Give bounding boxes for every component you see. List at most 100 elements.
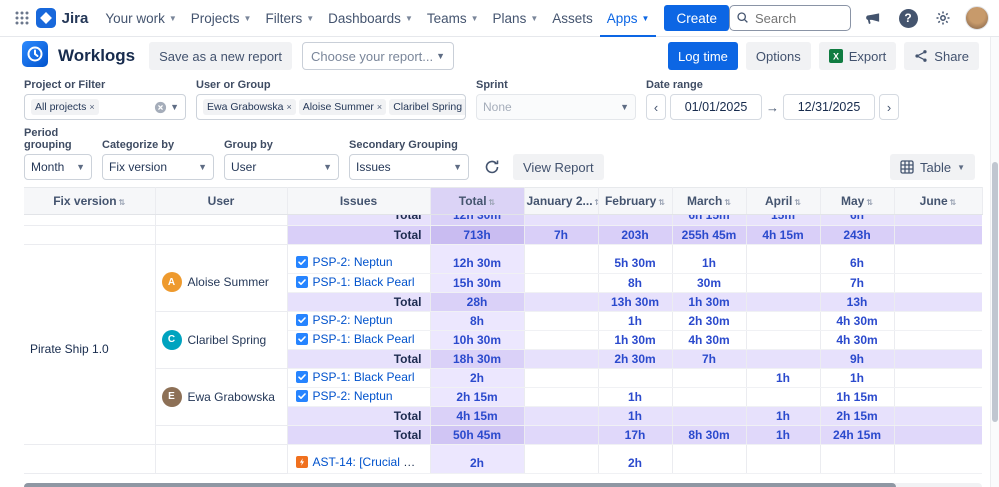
nav-item-apps[interactable]: Apps ▼ <box>600 0 657 37</box>
month-value-cell: 1h <box>746 406 821 426</box>
month-value-cell <box>894 406 982 426</box>
chevron-down-icon: ▼ <box>76 162 85 172</box>
clear-icon[interactable] <box>154 101 167 114</box>
nav-item-teams[interactable]: Teams ▼ <box>420 0 486 37</box>
column-header-issues: Issues <box>287 187 431 215</box>
column-header-april[interactable]: April ⇅ <box>746 187 821 215</box>
secondary-grouping-select[interactable]: Issues ▼ <box>349 154 469 180</box>
categorize-by-select[interactable]: Fix version ▼ <box>102 154 214 180</box>
month-value-cell <box>524 349 599 369</box>
issue-link[interactable]: PSP-2: Neptun <box>313 313 393 327</box>
options-button[interactable]: Options <box>745 42 811 70</box>
date-next-button[interactable]: › <box>879 94 899 120</box>
issue-link[interactable]: AST-14: [Crucial Compon... <box>313 455 430 469</box>
issue-link[interactable]: PSP-2: Neptun <box>313 255 393 269</box>
jira-logo[interactable]: Jira <box>35 8 88 28</box>
column-header-march[interactable]: March ⇅ <box>672 187 747 215</box>
vertical-scrollbar-thumb[interactable] <box>992 162 998 422</box>
filter-chip[interactable]: All projects × <box>31 99 99 115</box>
horizontal-scrollbar[interactable] <box>24 483 982 487</box>
column-header-user: User <box>155 187 288 215</box>
month-value-cell: 1h <box>672 254 747 274</box>
date-from-input[interactable]: 01/01/2025 <box>670 94 762 120</box>
user-avatar[interactable] <box>965 6 989 30</box>
vertical-scrollbar[interactable] <box>990 37 999 487</box>
remove-chip-icon[interactable]: × <box>377 102 382 112</box>
nav-item-filters[interactable]: Filters ▼ <box>258 0 321 37</box>
nav-item-your-work[interactable]: Your work ▼ <box>98 0 183 37</box>
filter-chip[interactable]: Aloise Summer × <box>298 99 387 115</box>
user-filter-select[interactable]: Ewa Grabowska × Aloise Summer × Claribel S… <box>196 94 466 120</box>
nav-item-plans[interactable]: Plans ▼ <box>486 0 546 37</box>
remove-chip-icon[interactable]: × <box>89 102 94 112</box>
worklog-table-body: Total 12h 30m 6h 15m 15m 6h Total 713h 7h 203h 25… <box>24 215 982 474</box>
sort-icon[interactable]: ⇅ <box>658 198 665 207</box>
fix-version-cell <box>24 215 156 226</box>
column-header-fix-version[interactable]: Fix version ⇅ <box>24 187 156 215</box>
issue-link[interactable]: PSP-1: Black Pearl <box>313 332 415 346</box>
nav-item-projects[interactable]: Projects ▼ <box>184 0 259 37</box>
month-value-cell <box>746 454 821 474</box>
remove-chip-icon[interactable]: × <box>286 102 291 112</box>
refresh-icon[interactable] <box>479 154 505 180</box>
date-range-control: ‹ 01/01/2025 → 12/31/2025 › <box>646 94 899 120</box>
sort-icon[interactable]: ⇅ <box>866 198 873 207</box>
share-button[interactable]: Share <box>904 42 979 70</box>
chevron-down-icon: ▼ <box>170 102 179 112</box>
sort-icon[interactable]: ⇅ <box>794 198 801 207</box>
app-switcher-icon[interactable] <box>12 5 32 31</box>
group-by-label: Group by <box>224 139 273 151</box>
sort-icon[interactable]: ⇅ <box>724 198 731 207</box>
column-header-february[interactable]: February ⇅ <box>598 187 673 215</box>
period-grouping-select[interactable]: Month ▼ <box>24 154 92 180</box>
month-value-cell <box>894 349 982 369</box>
date-to-input[interactable]: 12/31/2025 <box>783 94 875 120</box>
user-cell <box>155 225 288 245</box>
gear-icon[interactable] <box>930 5 956 31</box>
header-row: Fix version ⇅ User Issues Total ⇅ January 2...… <box>24 187 983 215</box>
log-time-button[interactable]: Log time <box>668 42 738 70</box>
sort-icon[interactable]: ⇅ <box>595 198 597 207</box>
help-icon[interactable]: ? <box>895 5 921 31</box>
export-button[interactable]: X Export <box>818 42 897 70</box>
filter-chip[interactable]: Ewa Grabowska × <box>203 99 296 115</box>
user-cell: A Aloise Summer <box>155 254 288 312</box>
sort-icon[interactable]: ⇅ <box>950 198 957 207</box>
report-select[interactable]: Choose your report... ▼ <box>302 42 454 70</box>
date-prev-button[interactable]: ‹ <box>646 94 666 120</box>
horizontal-scrollbar-thumb[interactable] <box>24 483 896 487</box>
view-mode-select[interactable]: Table ▼ <box>890 154 975 180</box>
sort-icon[interactable]: ⇅ <box>119 198 126 207</box>
nav-item-assets[interactable]: Assets <box>545 0 600 37</box>
total-value-cell: 12h 30m <box>430 254 525 274</box>
month-value-cell <box>524 406 599 426</box>
excel-icon: X <box>828 49 843 63</box>
view-report-button[interactable]: View Report <box>513 154 604 180</box>
create-button[interactable]: Create <box>664 5 729 31</box>
issue-link[interactable]: PSP-1: Black Pearl <box>313 370 415 384</box>
column-header-january-2[interactable]: January 2...⇅ <box>524 187 599 215</box>
megaphone-icon[interactable] <box>860 5 886 31</box>
sprint-filter-select[interactable]: None ▼ <box>476 94 636 120</box>
month-value-cell <box>524 215 599 226</box>
save-report-button[interactable]: Save as a new report <box>149 42 292 70</box>
project-filter-select[interactable]: All projects × ▼ <box>24 94 186 120</box>
user-cell <box>155 244 288 254</box>
column-header-may[interactable]: May ⇅ <box>820 187 895 215</box>
column-header-total[interactable]: Total ⇅ <box>430 187 525 215</box>
table-row: AST-14: [Crucial Compon...2h2h <box>24 454 982 474</box>
fix-version-cell <box>24 225 156 245</box>
filter-chip[interactable]: Claribel Spring× <box>389 99 466 115</box>
group-by-select[interactable]: User ▼ <box>224 154 339 180</box>
issue-link[interactable]: PSP-1: Black Pearl <box>313 275 415 289</box>
month-value-cell <box>524 454 599 474</box>
chevron-down-icon: ▼ <box>620 102 629 112</box>
spacer-row <box>24 244 982 254</box>
nav-item-dashboards[interactable]: Dashboards ▼ <box>321 0 420 37</box>
sprint-filter-label: Sprint <box>476 79 508 91</box>
remove-chip-icon[interactable]: × <box>465 102 466 112</box>
month-value-cell <box>894 254 982 274</box>
column-header-june[interactable]: June ⇅ <box>894 187 983 215</box>
issue-link[interactable]: PSP-2: Neptun <box>313 389 393 403</box>
sort-icon[interactable]: ⇅ <box>489 198 496 207</box>
